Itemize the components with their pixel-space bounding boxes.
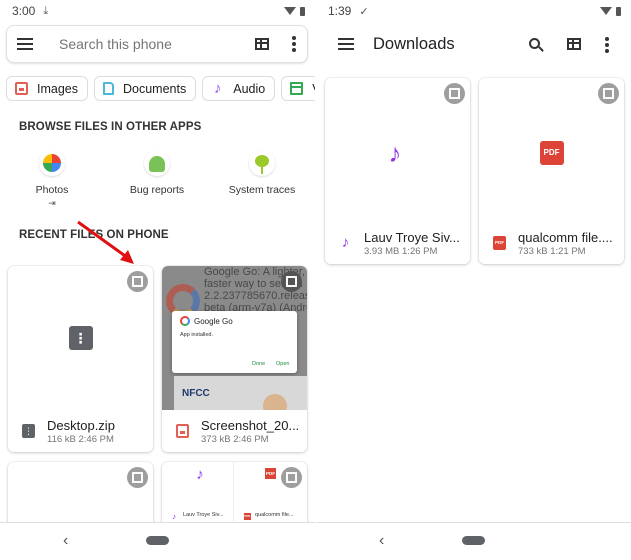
- navigation-bar: ‹: [0, 522, 315, 560]
- search-bar[interactable]: Search this phone: [6, 25, 308, 63]
- dialog-open: Open: [276, 361, 290, 367]
- expand-icon[interactable]: [444, 83, 465, 104]
- download-done-icon: ✓: [359, 5, 369, 18]
- card-footer: ♪ Lauv Troye Siv... 3.93 MB 1:26 PM: [325, 222, 470, 264]
- mini-file-name: Lauv Troye Siv...: [183, 512, 224, 518]
- android-icon: [144, 150, 170, 176]
- status-time: 1:39: [328, 4, 352, 18]
- other-apps-row: Photos ⇥ Bug reports System traces: [0, 150, 315, 210]
- battery-icon: [300, 6, 305, 16]
- app-bug-reports[interactable]: Bug reports: [107, 150, 207, 196]
- card-footer: PDF qualcomm file.... 733 kB 1:21 PM: [479, 222, 624, 264]
- image-icon: [15, 82, 28, 95]
- wifi-icon: [600, 7, 612, 15]
- chip-videos[interactable]: Vi: [281, 76, 315, 101]
- file-name: Screenshot_20...: [201, 418, 300, 433]
- file-name: Desktop.zip: [47, 418, 115, 433]
- music-note-icon: ♪: [213, 80, 222, 97]
- mini-file-name: qualcomm file...: [255, 512, 294, 518]
- expand-icon[interactable]: [598, 83, 619, 104]
- music-note-icon: ♪: [172, 512, 176, 521]
- back-button[interactable]: ‹: [379, 532, 384, 550]
- status-time: 3:00: [12, 4, 36, 18]
- pdf-icon: PDF: [244, 513, 251, 520]
- chip-label: Images: [37, 81, 78, 96]
- back-button[interactable]: ‹: [63, 532, 68, 550]
- app-label: Photos: [35, 184, 69, 196]
- battery-icon: [616, 6, 621, 16]
- dialog-done: Done: [252, 361, 266, 367]
- home-button[interactable]: [146, 536, 169, 545]
- open-external-icon: ⇥: [48, 198, 56, 208]
- expand-icon[interactable]: [281, 467, 302, 488]
- document-icon: [103, 82, 114, 95]
- zip-file-icon: [22, 424, 35, 438]
- pdf-icon: PDF: [493, 236, 506, 250]
- chip-images[interactable]: Images: [6, 76, 88, 101]
- expand-icon[interactable]: [127, 271, 148, 292]
- category-chips: Images Documents ♪ Audio Vi: [6, 76, 315, 101]
- file-card-audio[interactable]: ♪ ♪ Lauv Troye Siv... 3.93 MB 1:26 PM: [325, 78, 470, 264]
- file-name: Lauv Troye Siv...: [364, 230, 460, 245]
- file-meta: 373 kB 2:46 PM: [201, 434, 269, 445]
- menu-icon[interactable]: [338, 38, 354, 50]
- chip-documents[interactable]: Documents: [94, 76, 197, 101]
- chip-label: Documents: [123, 81, 187, 96]
- app-label: System traces: [228, 184, 296, 196]
- music-note-icon: ♪: [196, 466, 204, 483]
- status-bar: 3:00 ⤓: [0, 0, 315, 22]
- file-meta: 116 kB 2:46 PM: [47, 434, 114, 445]
- music-note-icon: ♪: [341, 234, 350, 251]
- expand-icon[interactable]: [281, 271, 302, 292]
- red-arrow-annotation: [77, 220, 134, 264]
- status-bar: 1:39 ✓: [316, 0, 631, 22]
- ad-text: NFCC: [182, 388, 210, 399]
- download-icon: ⤓: [43, 4, 49, 17]
- file-card-pdf[interactable]: PDF PDF qualcomm file.... 733 kB 1:21 PM: [479, 78, 624, 264]
- card-footer: Screenshot_20... 373 kB 2:46 PM: [162, 410, 307, 452]
- video-icon: [290, 82, 304, 95]
- app-system-traces[interactable]: System traces: [212, 150, 312, 196]
- android-trace-icon: [249, 150, 275, 176]
- more-options-icon[interactable]: [604, 37, 610, 53]
- search-input[interactable]: Search this phone: [59, 36, 255, 52]
- file-meta: 733 kB 1:21 PM: [518, 246, 586, 257]
- google-photos-icon: [39, 150, 65, 176]
- music-note-icon: ♪: [388, 138, 402, 168]
- downloads-screen: 1:39 ✓ Downloads ♪ ♪ Lauv Troye Siv... 3…: [316, 0, 631, 560]
- file-meta: 3.93 MB 1:26 PM: [364, 246, 438, 257]
- file-name: qualcomm file....: [518, 230, 613, 245]
- app-label: Bug reports: [129, 184, 185, 196]
- dialog-message: App installed.: [180, 332, 214, 338]
- more-options-icon[interactable]: [291, 36, 297, 52]
- page-title: Downloads: [373, 34, 455, 53]
- app-photos[interactable]: Photos ⇥: [2, 150, 102, 209]
- app-bar: Downloads: [316, 22, 631, 66]
- expand-icon[interactable]: [127, 467, 148, 488]
- files-app-home-screen: 3:00 ⤓ Search this phone Images Document…: [0, 0, 315, 560]
- list-view-icon[interactable]: [567, 38, 581, 50]
- chip-label: Audio: [233, 81, 266, 96]
- menu-icon[interactable]: [17, 38, 33, 50]
- recent-section-title: RECENT FILES ON PHONE: [19, 229, 169, 241]
- browse-section-title: BROWSE FILES IN OTHER APPS: [19, 121, 202, 133]
- zip-file-icon: [68, 326, 93, 350]
- wifi-icon: [284, 7, 296, 15]
- pdf-icon: PDF: [265, 468, 276, 479]
- file-card-screenshot[interactable]: Google Go: A lighter, faster way to sear…: [162, 266, 307, 452]
- navigation-bar: ‹: [316, 522, 631, 560]
- dialog-title: Google Go: [194, 317, 233, 326]
- file-card-desktop-zip[interactable]: Desktop.zip 116 kB 2:46 PM: [8, 266, 153, 452]
- home-button[interactable]: [462, 536, 485, 545]
- image-file-icon: [176, 424, 189, 438]
- pdf-icon: PDF: [539, 141, 564, 165]
- chip-audio[interactable]: ♪ Audio: [202, 76, 276, 101]
- card-footer: Desktop.zip 116 kB 2:46 PM: [8, 410, 153, 452]
- google-g-icon: [180, 316, 190, 326]
- list-view-icon[interactable]: [255, 38, 269, 50]
- search-icon[interactable]: [529, 38, 540, 49]
- app-installed-dialog: Google Go App installed. Done Open: [172, 311, 297, 373]
